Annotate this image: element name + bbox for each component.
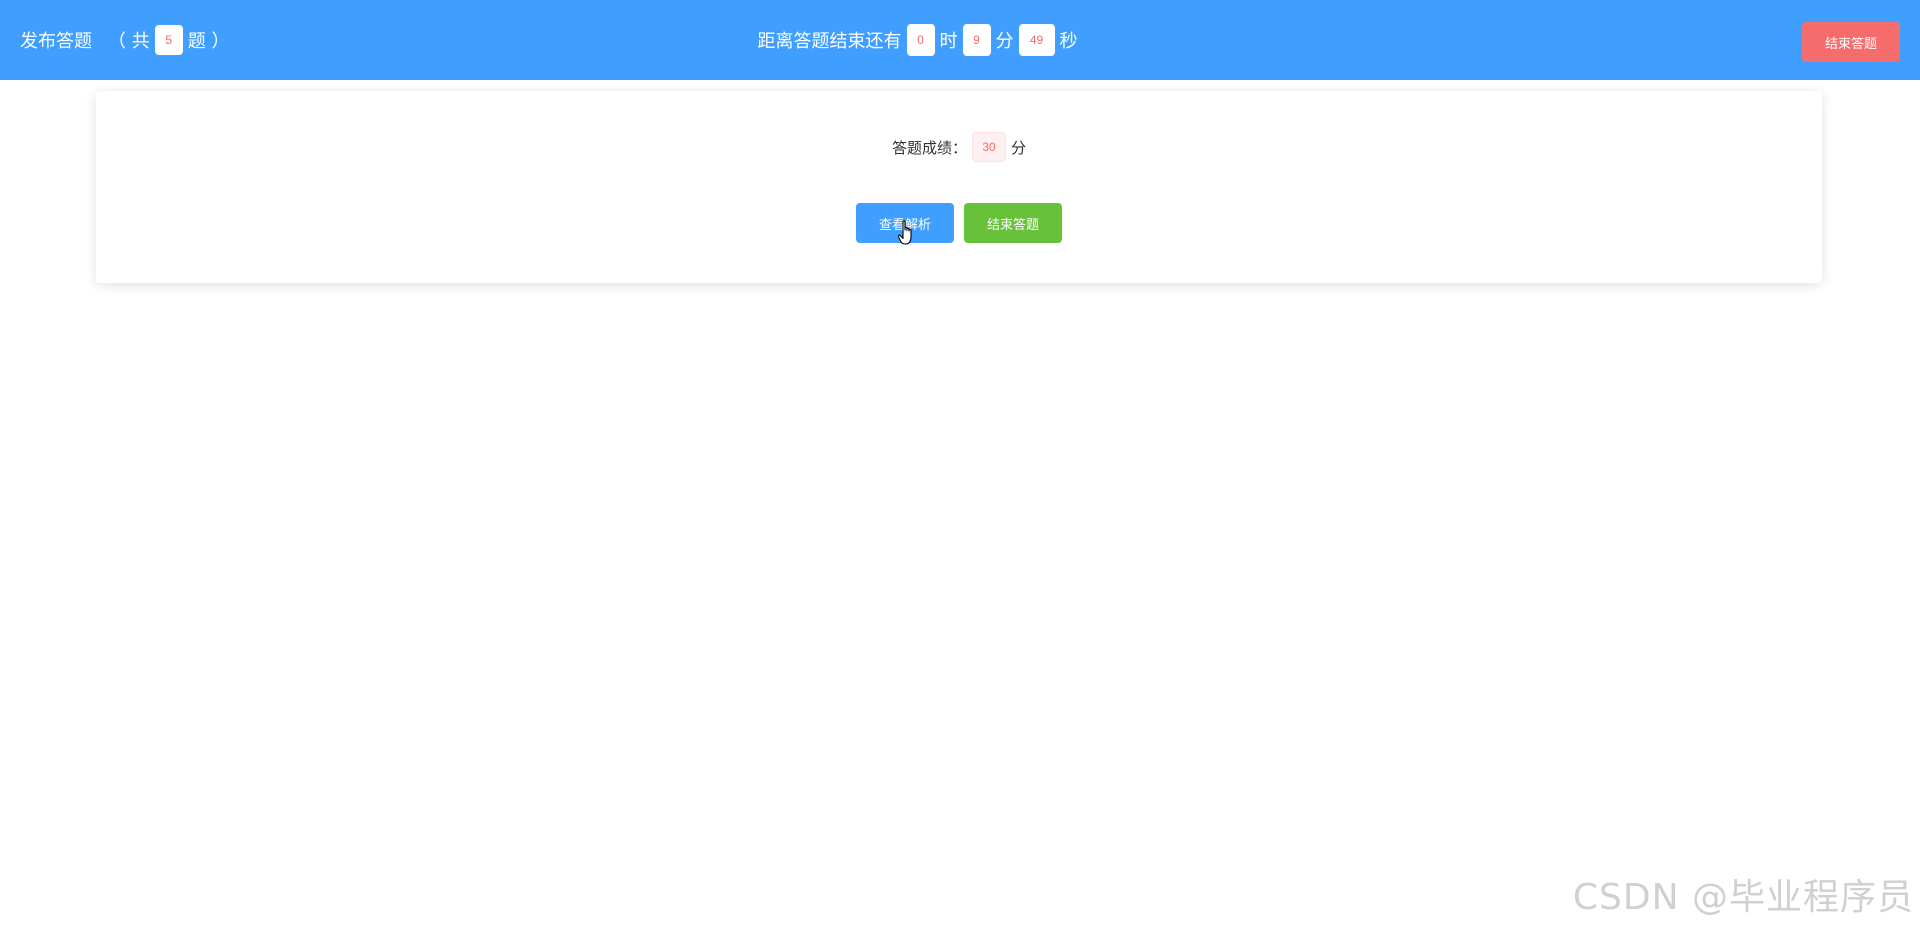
minutes-box: 9 xyxy=(962,24,991,56)
result-actions: 查看解析 结束答题 xyxy=(96,203,1822,243)
hours-unit: 时 xyxy=(939,31,958,52)
seconds-unit: 秒 xyxy=(1059,31,1078,52)
hours-box: 0 xyxy=(906,24,935,56)
score-unit: 分 xyxy=(1011,138,1027,157)
score-line: 答题成绩： 30 分 xyxy=(96,131,1822,163)
watermark: CSDN @毕业程序员 xyxy=(1572,877,1914,918)
hand-pointer-icon xyxy=(898,220,912,245)
seconds-box: 49 xyxy=(1018,24,1055,56)
result-card: 答题成绩： 30 分 查看解析 结束答题 xyxy=(96,91,1822,283)
countdown-label: 距离答题结束还有 xyxy=(757,31,902,52)
score-label: 答题成绩： xyxy=(891,138,967,157)
countdown-timer: 距离答题结束还有 0 时 9 分 49 秒 xyxy=(0,0,1920,80)
minutes-unit: 分 xyxy=(995,31,1014,52)
end-quiz-button[interactable]: 结束答题 xyxy=(964,203,1062,243)
top-bar: 发布答题 （ 共 5 题 ） 距离答题结束还有 0 时 9 分 49 秒 结束答… xyxy=(0,0,1920,80)
end-quiz-header-button[interactable]: 结束答题 xyxy=(1802,22,1900,62)
score-value: 30 xyxy=(972,132,1006,162)
